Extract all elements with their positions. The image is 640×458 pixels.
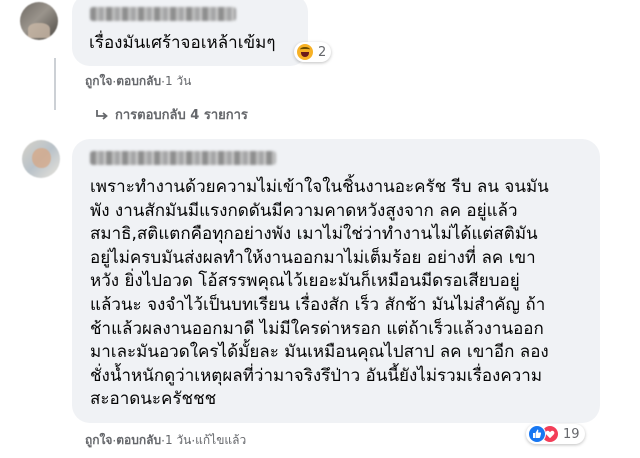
comment-2-line: อยู่ไม่ครบมันส่งผลทำให้งานออกมาไม่เต็มร้… (90, 247, 536, 268)
comment-1-reply-link[interactable]: ตอบกลับ (116, 72, 161, 91)
comment-1-reactions[interactable]: 2 (294, 42, 332, 62)
comment-2-line: สมาธิ,สติแตกคือทุกอย่างพัง เมาไม่ใช่ว่าท… (90, 224, 538, 245)
comment-1-timestamp[interactable]: 1 วัน (165, 72, 191, 91)
comment-2-line: มาเละมันอวดใครได้มั้ยละ มันเหมือนคุณไปสา… (90, 342, 549, 363)
reply-arrow-icon (96, 109, 108, 120)
comment-2-line: เพราะทำงานด้วยความไม่เข้าใจในชิ้นงานอะคร… (90, 177, 549, 197)
comment-2-reactions[interactable]: 19 (526, 424, 585, 444)
commenter-1-avatar[interactable] (20, 2, 58, 40)
commenter-2-avatar[interactable] (22, 140, 60, 178)
view-replies-link[interactable]: การตอบกลับ 4 รายการ (95, 104, 248, 125)
comment-2-timestamp[interactable]: 1 วัน (165, 431, 191, 450)
comment-2-bubble: เพราะทำงานด้วยความไม่เข้าใจในชิ้นงานอะคร… (72, 139, 600, 423)
view-replies-label: การตอบกลับ 4 รายการ (115, 108, 248, 123)
comment-2-line: แล้วนะ จงจำไว้เป็นบทเรียน เรื่องสัก เร็ว… (90, 295, 546, 315)
comment-1-bubble: เรื่องมันเศร้าจอเหล้าเข้มๆ (72, 0, 308, 66)
comment-2-line: หวัง ยิ่งไปอวด โอ้สรรพคุณไว้เยอะมันก็เหม… (90, 271, 520, 292)
comment-2-line: สะอาดนะครัชชช (90, 389, 217, 410)
comment-1-actions: ถูกใจ · ตอบกลับ · 1 วัน (85, 72, 191, 91)
comment-2-line: พัง งานสักมันมีแรงกดดันมีความคาดหวังสูงจ… (90, 200, 518, 221)
comment-1-reaction-count: 2 (318, 44, 327, 60)
haha-emoji-icon (296, 43, 314, 61)
comment-2-like-link[interactable]: ถูกใจ (85, 431, 112, 450)
comment-2-edited-label: แก้ไขแล้ว (195, 433, 247, 447)
comment-2-line: ช้าแล้วผลงานออกมาดี ไม่มีใครด่าหรอก แต่ถ… (90, 318, 544, 339)
like-emoji-icon (528, 425, 546, 443)
thread-line (54, 58, 56, 110)
comment-1-text: เรื่องมันเศร้าจอเหล้าเข้มๆ (89, 33, 276, 53)
comment-2-line: ชั่งน้ำหนักดูว่าเหตุผลที่ว่ามาจริงรึป่าว… (90, 365, 543, 386)
comment-1-like-link[interactable]: ถูกใจ (85, 72, 112, 91)
comment-2-actions: ถูกใจ · ตอบกลับ · 1 วัน · แก้ไขแล้ว (85, 431, 246, 450)
comment-2-reaction-count: 19 (563, 426, 580, 442)
commenter-1-name-blurred[interactable] (90, 7, 236, 21)
comment-2-reply-link[interactable]: ตอบกลับ (116, 431, 161, 450)
commenter-2-name-blurred[interactable] (90, 151, 276, 165)
